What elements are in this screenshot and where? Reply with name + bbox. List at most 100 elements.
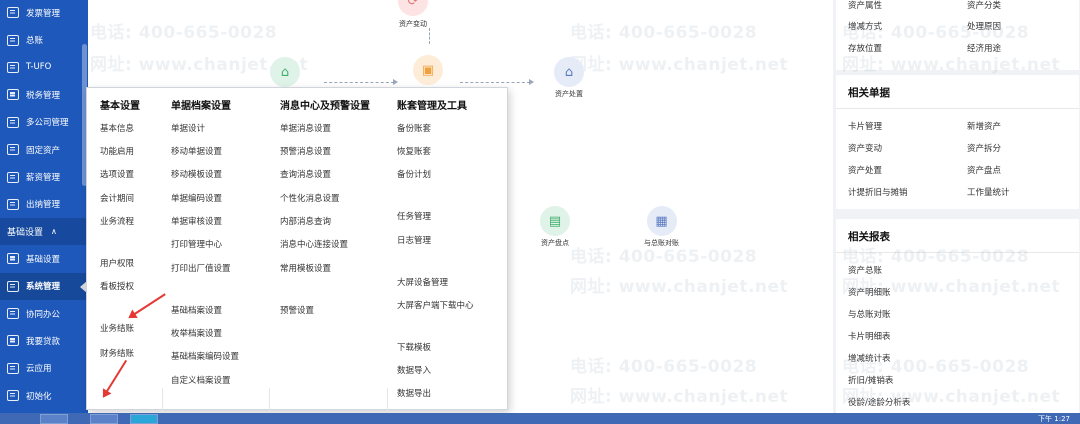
menu-item[interactable]: 单据审核设置: [171, 215, 222, 227]
sidebar-item-label: 协同办公: [26, 309, 61, 320]
link-item[interactable]: 计提折旧与摊销: [848, 186, 908, 198]
menu-item[interactable]: 单据编码设置: [171, 192, 222, 204]
link-item[interactable]: 资产变动: [848, 142, 882, 154]
menu-item[interactable]: 消息中心连接设置: [280, 238, 348, 250]
sidebar-item-basic-settings[interactable]: 基础设置: [0, 245, 88, 272]
link-item[interactable]: 与总账对账: [848, 308, 891, 320]
sidebar-item-ledger[interactable]: 总账: [0, 26, 88, 53]
menu-item-financial-close[interactable]: 财务结账: [100, 347, 134, 359]
sidebar-item-label: 发票管理: [26, 8, 61, 19]
asset-dispose-icon: ⌂: [554, 57, 584, 87]
link-item[interactable]: 资产处置: [848, 164, 882, 176]
menu-item[interactable]: 打印管理中心: [171, 238, 222, 250]
asset-change-icon: ⟳: [398, 0, 428, 16]
menu-item[interactable]: 任务管理: [397, 210, 431, 222]
sidebar-item-cashier[interactable]: 出纳管理: [0, 191, 88, 218]
flow-node-asset-dispose[interactable]: ⌂ 资产处置: [554, 57, 584, 99]
flow-node-asset-card[interactable]: ▣: [413, 55, 443, 85]
menu-item[interactable]: 内部消息查询: [280, 215, 331, 227]
menu-item[interactable]: 打印出厂值设置: [171, 262, 231, 274]
menu-item[interactable]: 移动单据设置: [171, 145, 222, 157]
tax-icon: [7, 89, 19, 101]
sidebar-item-payroll[interactable]: 薪资管理: [0, 163, 88, 190]
taskbar-app-button[interactable]: [40, 414, 68, 424]
taskbar: 下午 1:27: [0, 413, 1080, 424]
panel-related-documents: 相关单据 卡片管理 新增资产 资产变动 资产拆分 资产处置 资产盘点 计提折旧与…: [836, 75, 1079, 209]
menu-item[interactable]: 大屏客户端下载中心: [397, 299, 474, 311]
link-item[interactable]: 新增资产: [967, 120, 1001, 132]
sidebar-item-collaboration[interactable]: 协同办公: [0, 300, 88, 327]
menu-item[interactable]: 基础档案编码设置: [171, 350, 239, 362]
menu-column-title: 单据档案设置: [171, 101, 231, 112]
link-item[interactable]: 卡片明细表: [848, 330, 891, 342]
sidebar-item-cloud-apps[interactable]: 云应用: [0, 355, 88, 382]
system-management-menu: 基本设置 基本信息 功能启用 选项设置 会计期间 业务流程 用户权限 看板授权 …: [80, 87, 508, 411]
flow-node-label: 资产变动: [399, 20, 427, 28]
menu-item[interactable]: 大屏设备管理: [397, 276, 448, 288]
flow-node-reconcile[interactable]: ▦ 与总账对账: [644, 206, 679, 248]
menu-item[interactable]: 选项设置: [100, 168, 134, 180]
link-item[interactable]: 资产盘点: [967, 164, 1001, 176]
link-item[interactable]: 资产拆分: [967, 142, 1001, 154]
flow-node-asset-count[interactable]: ▤ 资产盘点: [540, 206, 570, 248]
cashier-icon: [7, 198, 19, 210]
menu-item[interactable]: 单据消息设置: [280, 122, 331, 134]
sidebar-item-invoice[interactable]: 发票管理: [0, 0, 88, 26]
menu-column-title: 账套管理及工具: [397, 101, 467, 112]
menu-item[interactable]: 日志管理: [397, 234, 431, 246]
sidebar-item-tufo[interactable]: T-UFO: [0, 54, 88, 81]
menu-item[interactable]: 自定义档案设置: [171, 374, 231, 386]
sidebar-item-label: 系统管理: [26, 282, 61, 293]
flow-node-asset-change[interactable]: ⟳ 资产变动: [398, 0, 428, 29]
menu-item[interactable]: 功能启用: [100, 145, 134, 157]
sidebar-section-basic-settings[interactable]: 基础设置 ∧: [0, 218, 88, 246]
menu-item[interactable]: 用户权限: [100, 257, 134, 269]
menu-item[interactable]: 数据导入: [397, 364, 431, 376]
link-item[interactable]: 资产分类: [967, 0, 1001, 11]
menu-item[interactable]: 业务流程: [100, 215, 134, 227]
link-item[interactable]: 卡片管理: [848, 120, 882, 132]
menu-item-business-close[interactable]: 业务结账: [100, 322, 134, 334]
menu-item[interactable]: 单据设计: [171, 122, 205, 134]
sidebar-item-label: T-UFO: [26, 62, 52, 73]
menu-item[interactable]: 预警设置: [280, 304, 314, 316]
menu-item[interactable]: 数据导出: [397, 387, 431, 399]
taskbar-app-button[interactable]: [130, 414, 158, 424]
link-item[interactable]: 工作量统计: [967, 186, 1010, 198]
watermark-phone: 电话: 400-665-0028: [842, 23, 1030, 43]
building-icon: [7, 116, 19, 128]
sidebar-item-initialize[interactable]: 初始化: [0, 382, 88, 409]
menu-item[interactable]: 预警消息设置: [280, 145, 331, 157]
flow-node-label: 与总账对账: [644, 239, 679, 247]
menu-item[interactable]: 看板授权: [100, 280, 134, 292]
sidebar-item-loan[interactable]: 我要贷款: [0, 327, 88, 354]
flow-connector: [429, 28, 430, 44]
menu-item[interactable]: 备份计划: [397, 168, 431, 180]
sidebar-section-label: 基础设置: [7, 228, 44, 239]
menu-item[interactable]: 会计期间: [100, 192, 134, 204]
menu-item[interactable]: 枚举档案设置: [171, 327, 222, 339]
menu-item[interactable]: 恢复账套: [397, 145, 431, 157]
sidebar-item-label: 固定资产: [26, 145, 61, 156]
taskbar-app-button[interactable]: [90, 414, 118, 424]
column-divider: [162, 388, 163, 411]
menu-column-title: 消息中心及预警设置: [280, 101, 370, 112]
sidebar-item-multi-company[interactable]: 多公司管理: [0, 109, 88, 136]
menu-item[interactable]: 基本信息: [100, 122, 134, 134]
reconcile-icon: ▦: [646, 206, 677, 236]
sidebar-item-tax[interactable]: 税务管理: [0, 81, 88, 108]
sidebar-item-fixed-assets[interactable]: 固定资产: [0, 136, 88, 163]
menu-item[interactable]: 常用模板设置: [280, 262, 331, 274]
watermark-site: 网址: www.chanjet.net: [570, 55, 789, 75]
refresh-icon: [7, 390, 19, 402]
flow-node-bank[interactable]: ⌂: [270, 57, 300, 87]
menu-item[interactable]: 下载模板: [397, 341, 431, 353]
menu-item[interactable]: 备份账套: [397, 122, 431, 134]
menu-item[interactable]: 移动模板设置: [171, 168, 222, 180]
menu-item[interactable]: 个性化消息设置: [280, 192, 340, 204]
menu-item[interactable]: 查询消息设置: [280, 168, 331, 180]
menu-item[interactable]: 基础档案设置: [171, 304, 222, 316]
link-item[interactable]: 资产属性: [848, 0, 882, 11]
system-icon: [7, 280, 19, 292]
sidebar-item-system-management[interactable]: 系统管理: [0, 272, 88, 300]
